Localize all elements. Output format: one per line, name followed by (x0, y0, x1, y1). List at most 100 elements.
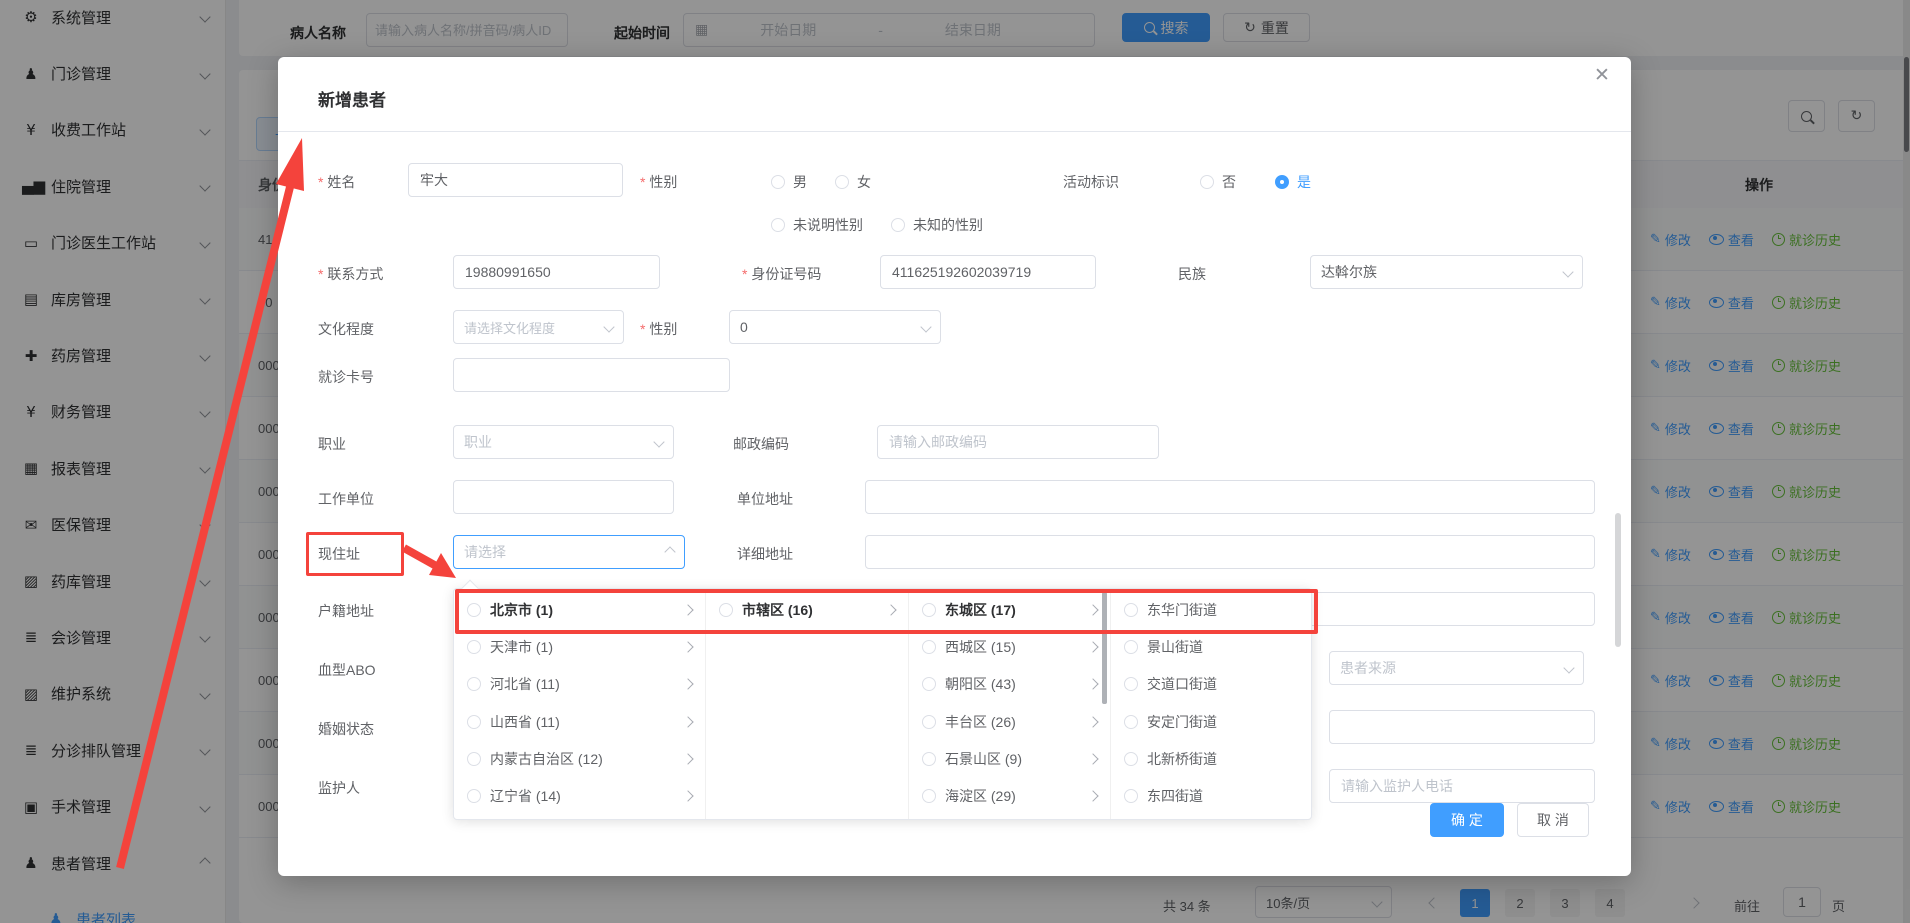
active-yes-radio[interactable]: 是 (1275, 172, 1311, 192)
card-no-input[interactable] (453, 358, 730, 392)
education-select[interactable]: 请选择文化程度 (453, 310, 624, 344)
radio-icon (467, 715, 481, 729)
cascade-option[interactable]: 河北省 (11) (454, 666, 705, 703)
gender-label: 性别 (640, 172, 677, 192)
cascade-option[interactable]: 天津市 (1) (454, 628, 705, 665)
name-input[interactable] (408, 163, 623, 197)
patient-source-select[interactable]: 患者来源 (1329, 651, 1584, 685)
radio-icon (1275, 175, 1289, 189)
modal-scrollbar-thumb[interactable] (1615, 513, 1621, 647)
chevron-right-icon (682, 604, 693, 615)
unit-address-label: 单位地址 (737, 489, 793, 509)
cascade-option[interactable]: 北京市 (1) (454, 591, 705, 628)
active-flag-label: 活动标识 (1063, 172, 1119, 192)
gender-radio[interactable]: 男 (771, 172, 807, 192)
cascade-district-column: 东城区 (17) 西城区 (15) 朝阳区 (43) 丰台区 (26) (909, 589, 1111, 819)
radio-icon (1124, 603, 1138, 617)
postal-input[interactable] (877, 425, 1159, 459)
cascade-option[interactable]: 海淀区 (29) (909, 777, 1110, 814)
household-address-label: 户籍地址 (318, 601, 374, 621)
confirm-button[interactable]: 确 定 (1430, 803, 1504, 837)
occupation-select[interactable]: 职业 (453, 425, 674, 459)
radio-icon (1124, 715, 1138, 729)
education-label: 文化程度 (318, 319, 374, 339)
cascade-option[interactable]: 内蒙古自治区 (12) (454, 740, 705, 777)
ethnicity-label: 民族 (1178, 264, 1206, 284)
chevron-right-icon (682, 716, 693, 727)
radio-icon (467, 789, 481, 803)
cascade-province-column: 北京市 (1) 天津市 (1) 河北省 (11) 山西省 (11) (454, 589, 706, 819)
radio-icon (1124, 752, 1138, 766)
gender-radio[interactable]: 未说明性别 (771, 215, 863, 235)
radio-icon (467, 603, 481, 617)
current-address-label: 现住址 (318, 544, 360, 564)
cascade-option[interactable]: 西城区 (15) (909, 628, 1110, 665)
gender2-select[interactable]: 0 (729, 310, 941, 344)
gender-radio[interactable]: 女 (835, 172, 871, 192)
cascade-option[interactable]: 东四街道 (1111, 777, 1311, 814)
detail-address-input[interactable] (865, 535, 1595, 569)
cascade-option[interactable]: 景山街道 (1111, 628, 1311, 665)
radio-icon (771, 175, 785, 189)
gender-radios-row1: 男 女 (771, 172, 871, 192)
postal-label: 邮政编码 (733, 434, 789, 454)
chevron-right-icon (885, 604, 896, 615)
radio-icon (1124, 677, 1138, 691)
idcard-input[interactable] (880, 255, 1096, 289)
gender-radios-row2: 未说明性别 未知的性别 (771, 215, 983, 235)
cascade-scrollbar-thumb[interactable] (1102, 592, 1107, 704)
radio-icon (922, 603, 936, 617)
gender2-label: 性别 (640, 319, 677, 339)
chevron-down-icon (603, 321, 614, 332)
cascade-option[interactable]: 朝阳区 (43) (909, 666, 1110, 703)
radio-icon (719, 603, 733, 617)
blood-type-label: 血型ABO (318, 660, 376, 680)
chevron-right-icon (682, 679, 693, 690)
card-no-label: 就诊卡号 (318, 367, 374, 387)
radio-icon (1200, 175, 1214, 189)
cascade-city-column: 市辖区 (16) (706, 589, 909, 819)
cascade-option[interactable]: 北新桥街道 (1111, 740, 1311, 777)
radio-icon (835, 175, 849, 189)
cascade-option[interactable]: 安定门街道 (1111, 703, 1311, 740)
chevron-right-icon (1087, 641, 1098, 652)
chevron-down-icon (653, 436, 664, 447)
chevron-right-icon (1087, 604, 1098, 615)
radio-icon (922, 752, 936, 766)
work-unit-input[interactable] (453, 480, 674, 514)
cascade-option[interactable]: 辽宁省 (14) (454, 777, 705, 814)
cascade-option[interactable]: 东华门街道 (1111, 591, 1311, 628)
cascade-option[interactable]: 石景山区 (9) (909, 740, 1110, 777)
idcard-label: 身份证号码 (742, 264, 821, 284)
contact-input[interactable] (453, 255, 660, 289)
cascade-street-column: 东华门街道 景山街道 交道口街道 安定门街道 (1111, 589, 1311, 819)
cascade-option[interactable]: 市辖区 (16) (706, 591, 908, 628)
chevron-right-icon (682, 753, 693, 764)
cascade-option[interactable]: 交道口街道 (1111, 666, 1311, 703)
marital-extra-input[interactable] (1329, 710, 1595, 744)
unit-address-input[interactable] (865, 480, 1595, 514)
marital-status-label: 婚姻状态 (318, 719, 374, 739)
work-unit-label: 工作单位 (318, 489, 374, 509)
chevron-down-icon (1563, 662, 1574, 673)
gender-radio[interactable]: 未知的性别 (891, 215, 983, 235)
modal-title: 新增患者 (318, 86, 386, 111)
active-no-radio[interactable]: 否 (1200, 172, 1236, 192)
close-icon[interactable]: ✕ (1594, 66, 1610, 85)
cascade-option[interactable]: 丰台区 (26) (909, 703, 1110, 740)
radio-icon (1124, 640, 1138, 654)
chevron-right-icon (682, 790, 693, 801)
cancel-button[interactable]: 取 消 (1517, 803, 1589, 837)
guardian-phone-input[interactable] (1329, 769, 1595, 803)
occupation-label: 职业 (318, 434, 346, 454)
current-address-select[interactable]: 请选择 (453, 535, 685, 569)
ethnicity-select[interactable]: 达斡尔族 (1310, 255, 1583, 289)
chevron-right-icon (1087, 790, 1098, 801)
radio-icon (922, 789, 936, 803)
cascade-option[interactable]: 山西省 (11) (454, 703, 705, 740)
chevron-down-icon (1562, 266, 1573, 277)
cascade-option[interactable]: 东城区 (17) (909, 591, 1110, 628)
radio-icon (922, 640, 936, 654)
chevron-up-icon (664, 546, 675, 557)
chevron-right-icon (1087, 716, 1098, 727)
